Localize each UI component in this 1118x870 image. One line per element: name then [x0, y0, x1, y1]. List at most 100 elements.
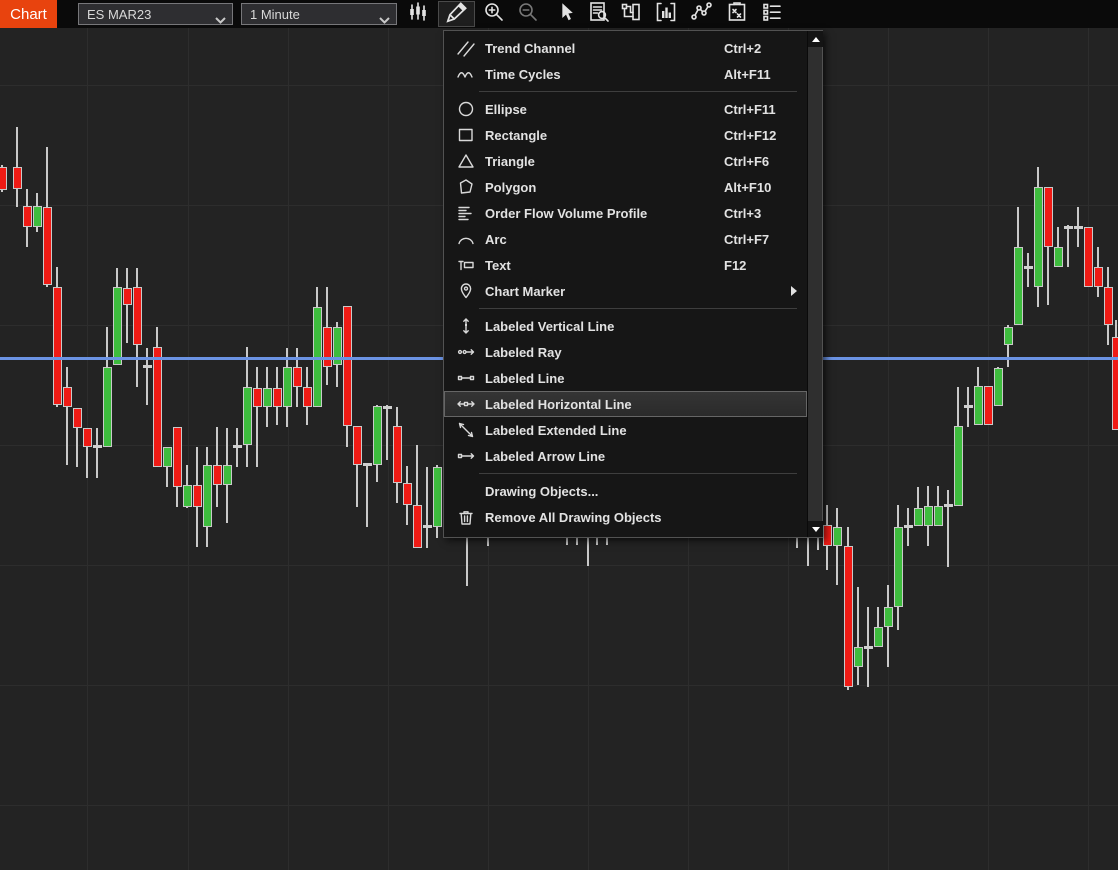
pointer-icon — [555, 1, 577, 28]
menu-item-ellipse[interactable]: Ellipse Ctrl+F11 — [444, 96, 807, 122]
menu-separator — [479, 91, 797, 92]
menu-item-label: Drawing Objects... — [485, 483, 599, 499]
menu-item-label: Remove All Drawing Objects — [485, 509, 662, 525]
menu-item-text[interactable]: Text F12 — [444, 252, 807, 278]
spreadsheet-button[interactable] — [722, 0, 752, 29]
chart-values-button[interactable] — [616, 2, 646, 26]
trash-icon — [452, 507, 479, 527]
labeled-vertical-line-icon — [452, 316, 479, 336]
menu-item-triangle[interactable]: Triangle Ctrl+F6 — [444, 148, 807, 174]
candle-body — [33, 206, 42, 227]
candle-body — [293, 367, 302, 387]
scroll-down-button[interactable] — [808, 521, 823, 537]
candle-body — [103, 367, 112, 447]
candle-body — [123, 288, 132, 305]
menu-scrollbar[interactable] — [807, 31, 823, 537]
candle-body — [273, 388, 282, 407]
candle-wick — [947, 490, 949, 567]
scroll-up-button[interactable] — [808, 31, 823, 47]
candle-wick — [126, 268, 128, 343]
grid-line-vertical — [888, 28, 889, 870]
chart-settings-button[interactable] — [584, 1, 614, 26]
candle-body — [1104, 287, 1113, 325]
candle-body — [1014, 247, 1023, 325]
line-study-icon — [690, 0, 714, 29]
menu-item-labeled-arrow-line[interactable]: Labeled Arrow Line — [444, 443, 807, 469]
candle-body — [934, 506, 943, 526]
chart-menu-button[interactable]: Chart — [0, 0, 57, 28]
candle-body — [1054, 247, 1063, 267]
candle-body — [183, 485, 192, 507]
candle-body — [243, 387, 252, 445]
menu-item-labeled-horizontal-line[interactable]: Labeled Horizontal Line — [444, 391, 807, 417]
menu-item-order-flow-volume-profile[interactable]: Order Flow Volume Profile Ctrl+3 — [444, 200, 807, 226]
candle-body — [53, 287, 62, 405]
candle-body — [884, 607, 893, 627]
candle-body — [914, 508, 923, 526]
menu-item-label: Polygon — [485, 179, 537, 195]
candle-wick — [66, 367, 68, 465]
candle-doji-dash — [944, 504, 953, 507]
main-toolbar: Chart ES MAR23 1 Minute — [0, 0, 1118, 28]
menu-item-labeled-ray[interactable]: Labeled Ray — [444, 339, 807, 365]
candle-body — [1084, 227, 1093, 287]
timeframe-select-value: 1 Minute — [250, 6, 300, 22]
candle-body — [303, 387, 312, 407]
menu-item-polygon[interactable]: Polygon Alt+F10 — [444, 174, 807, 200]
zoom-out-button[interactable] — [513, 2, 543, 26]
trend-channel-icon — [452, 38, 479, 58]
menu-item-label: Labeled Ray — [485, 344, 562, 360]
menu-item-remove-all-drawing-objects[interactable]: Remove All Drawing Objects — [444, 504, 807, 530]
candlestick-chart-button[interactable] — [404, 0, 434, 29]
menu-item-shortcut: Ctrl+F11 — [724, 101, 776, 117]
candle-body — [253, 388, 262, 407]
zoom-in-icon — [482, 0, 506, 29]
chevron-down-icon — [379, 12, 390, 27]
candle-wick — [1027, 253, 1029, 287]
menu-item-trend-channel[interactable]: Trend Channel Ctrl+2 — [444, 35, 807, 61]
candlestick-chart-icon — [407, 0, 431, 29]
zoom-in-button[interactable] — [479, 2, 509, 26]
menu-item-shortcut: F12 — [724, 257, 747, 273]
menu-item-label: Time Cycles — [485, 66, 561, 82]
pencil-button[interactable] — [438, 1, 475, 27]
pointer-button[interactable] — [551, 2, 581, 26]
menu-item-drawing-objects[interactable]: Drawing Objects... — [444, 478, 807, 504]
menu-item-shortcut: Ctrl+3 — [724, 205, 762, 221]
candle-body — [83, 428, 92, 447]
menu-item-rectangle[interactable]: Rectangle Ctrl+F12 — [444, 122, 807, 148]
timeframe-select[interactable]: 1 Minute — [241, 3, 397, 25]
menu-item-label: Labeled Horizontal Line — [485, 396, 632, 412]
menu-item-chart-marker[interactable]: Chart Marker — [444, 278, 807, 304]
triangle-icon — [452, 151, 479, 171]
menu-item-arc[interactable]: Arc Ctrl+F7 — [444, 226, 807, 252]
chart-marker-icon — [452, 281, 479, 301]
menu-item-labeled-line[interactable]: Labeled Line — [444, 365, 807, 391]
symbol-select[interactable]: ES MAR23 — [78, 3, 233, 25]
candle-doji-dash — [233, 445, 242, 448]
candle-body — [63, 387, 72, 407]
time-cycles-icon — [452, 64, 479, 84]
menu-item-label: Labeled Extended Line — [485, 422, 627, 438]
candle-body — [193, 485, 202, 507]
rectangle-icon — [452, 125, 479, 145]
candle-body — [994, 368, 1003, 406]
candle-body — [0, 167, 7, 190]
menu-item-time-cycles[interactable]: Time Cycles Alt+F11 — [444, 61, 807, 87]
line-study-button[interactable] — [687, 0, 717, 29]
polygon-icon — [452, 177, 479, 197]
spreadsheet-icon — [725, 0, 749, 29]
menu-item-label: Labeled Line — [485, 370, 565, 386]
candle-doji-dash — [1074, 226, 1083, 229]
drawing-tools-menu-items: Trend Channel Ctrl+2 Time Cycles Alt+F11 Ell… — [444, 31, 807, 537]
studies-list-button[interactable] — [757, 2, 787, 26]
candle-wick — [426, 467, 428, 548]
candle-doji-dash — [363, 463, 372, 466]
candle-body — [433, 467, 442, 527]
menu-item-labeled-extended-line[interactable]: Labeled Extended Line — [444, 417, 807, 443]
candle-body — [153, 347, 162, 467]
menu-item-labeled-vertical-line[interactable]: Labeled Vertical Line — [444, 313, 807, 339]
candle-body — [874, 627, 883, 647]
candle-doji-dash — [383, 406, 392, 409]
region-volume-button[interactable] — [651, 2, 681, 26]
